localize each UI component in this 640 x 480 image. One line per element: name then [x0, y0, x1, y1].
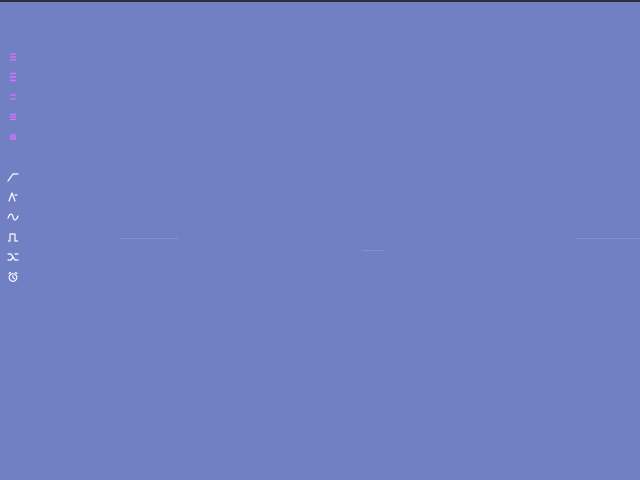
random-wave-icon[interactable] — [6, 250, 20, 264]
line-style-icon-1[interactable] — [6, 50, 20, 64]
horizontal-divider-center — [362, 250, 384, 251]
line-style-icon-3[interactable] — [6, 90, 20, 104]
alarm-icon[interactable] — [6, 270, 20, 284]
line-style-icon-2[interactable] — [6, 70, 20, 84]
line-style-icon-5[interactable] — [6, 130, 20, 144]
main-canvas — [0, 0, 640, 480]
sine-wave-icon[interactable] — [6, 210, 20, 224]
square-wave-icon[interactable] — [6, 230, 20, 244]
line-style-icon-4[interactable] — [6, 110, 20, 124]
triangle-wave-icon[interactable] — [6, 190, 20, 204]
horizontal-divider-right — [575, 238, 640, 239]
top-border — [0, 0, 640, 2]
left-toolbar — [6, 50, 20, 290]
horizontal-divider-left — [120, 238, 178, 239]
ramp-wave-icon[interactable] — [6, 170, 20, 184]
